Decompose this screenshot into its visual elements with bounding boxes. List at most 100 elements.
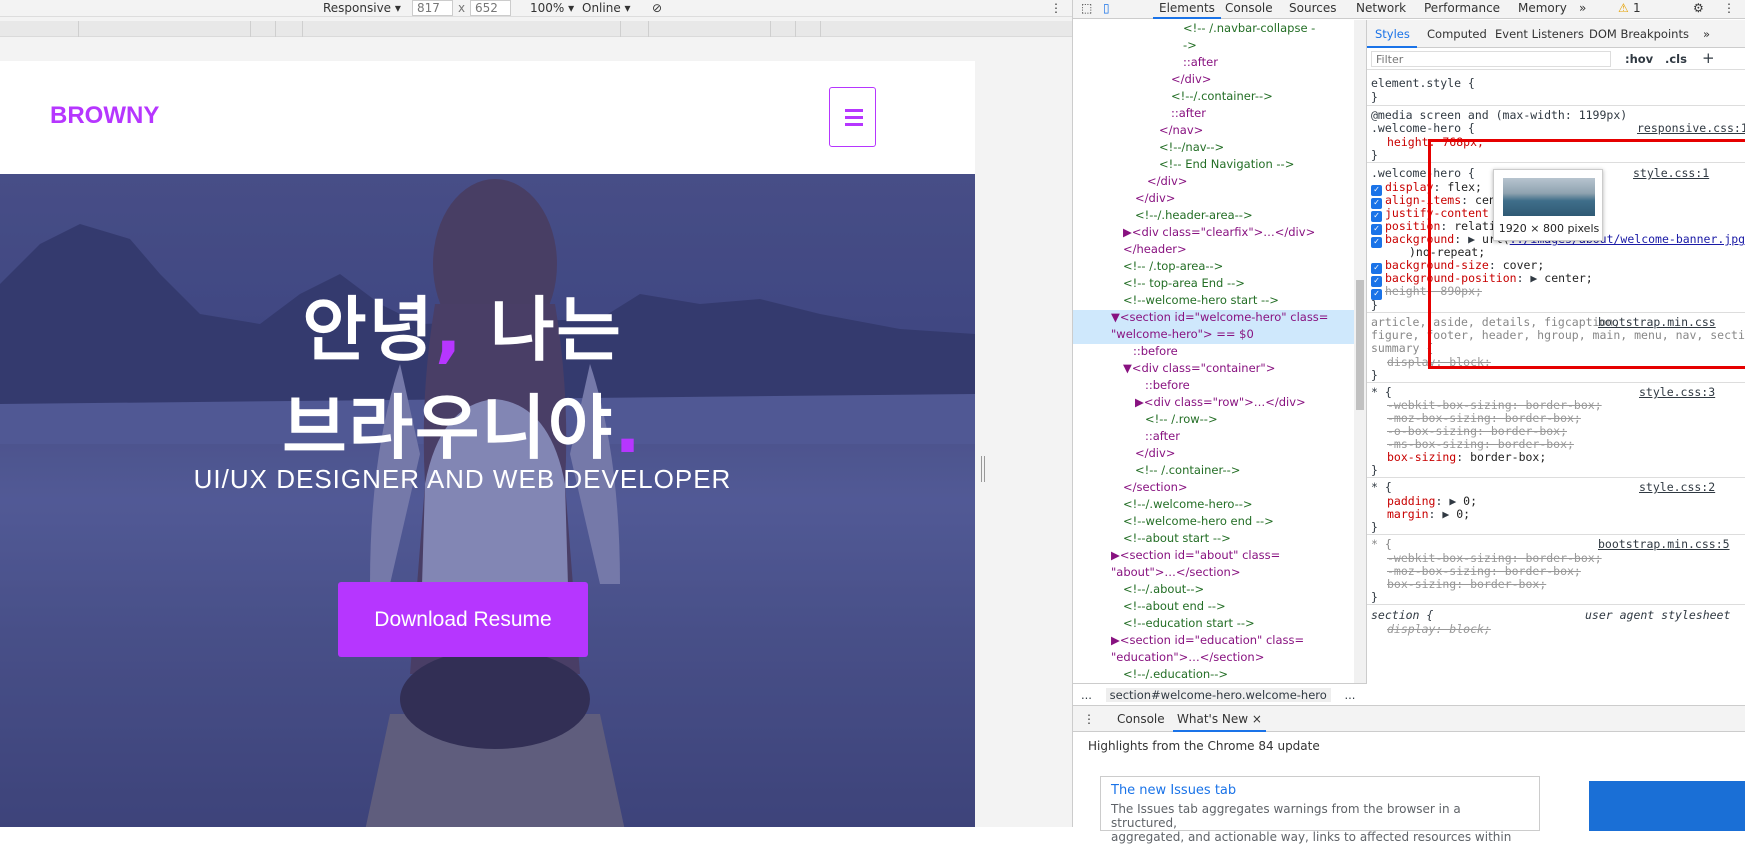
dom-tree-line[interactable]: ::before <box>1145 377 1190 394</box>
hamburger-menu-button[interactable] <box>829 87 876 147</box>
dom-tree-line[interactable]: </div> <box>1171 71 1211 88</box>
property-overridden[interactable]: -webkit-box-sizing: border-box; <box>1387 551 1602 565</box>
card-body-line1: The Issues tab aggregates warnings from … <box>1111 802 1461 830</box>
breadcrumb-more[interactable]: ... <box>1081 688 1092 702</box>
drawer-tabbar: ⋮ Console What's New × <box>1073 706 1745 732</box>
dom-tree-line[interactable]: </div> <box>1147 173 1187 190</box>
rule-source-link[interactable]: bootstrap.min.css:5 <box>1598 537 1730 551</box>
dom-tree-line[interactable]: "welcome-hero"> == $0 <box>1111 326 1254 343</box>
dom-tree-line[interactable]: ::after <box>1183 54 1218 71</box>
drawer-tab-whats-new[interactable]: What's New × <box>1173 706 1266 732</box>
dom-tree-line[interactable]: <!--/.container--> <box>1171 88 1273 105</box>
dom-tree-line[interactable]: "education">…</section> <box>1111 649 1264 666</box>
dom-tree-line[interactable]: ▶<div class="row">…</div> <box>1135 394 1306 411</box>
device-select[interactable]: Responsive ▾ <box>323 0 401 16</box>
settings-gear-icon[interactable]: ⚙ <box>1693 0 1704 19</box>
dom-tree-line[interactable]: ::before <box>1133 343 1178 360</box>
tab-performance[interactable]: Performance <box>1424 0 1500 19</box>
property-row[interactable]: box-sizing: border-box; <box>1387 450 1546 464</box>
dom-tree-line[interactable]: <!--/.welcome-hero--> <box>1123 496 1253 513</box>
property-row[interactable]: padding: ▶ 0; <box>1387 494 1477 508</box>
inspect-icon[interactable]: ⬚ <box>1081 0 1092 19</box>
devtools-tabbar: ⬚ ▯ Elements Console Sources Network Per… <box>1073 0 1745 19</box>
network-select[interactable]: Online ▾ <box>582 0 631 16</box>
tab-memory[interactable]: Memory <box>1518 0 1567 19</box>
dom-tree-line[interactable]: </section> <box>1123 479 1188 496</box>
dom-tree-line[interactable]: <!--about start --> <box>1123 530 1231 547</box>
dom-tree-line[interactable]: "about">…</section> <box>1111 564 1240 581</box>
checkbox[interactable]: ✓ <box>1371 237 1382 248</box>
drawer-menu-icon[interactable]: ⋮ <box>1083 706 1095 732</box>
dom-tree-line[interactable]: </div> <box>1135 190 1175 207</box>
device-toggle-icon[interactable]: ▯ <box>1103 0 1110 19</box>
rule-close: } <box>1371 148 1378 162</box>
resize-handle[interactable] <box>981 456 985 482</box>
dom-tree-line[interactable]: <!--welcome-hero start --> <box>1123 292 1279 309</box>
rule-source-link[interactable]: style.css:3 <box>1639 385 1715 399</box>
dom-tree-line[interactable]: <!--/nav--> <box>1159 139 1224 156</box>
property-overridden[interactable]: -o-box-sizing: border-box; <box>1387 424 1567 438</box>
property-overridden[interactable]: display: block; <box>1387 622 1491 636</box>
property-overridden[interactable]: -ms-box-sizing: border-box; <box>1387 437 1574 451</box>
dom-tree-line[interactable]: ::after <box>1171 105 1206 122</box>
dom-tree-line[interactable]: </nav> <box>1159 122 1203 139</box>
media-query-ruler[interactable] <box>0 21 1072 37</box>
property-overridden[interactable]: -moz-box-sizing: border-box; <box>1387 411 1581 425</box>
rule-close: } <box>1371 520 1378 534</box>
dom-tree-line[interactable]: ▶<section id="education" class= <box>1111 632 1304 649</box>
dom-tree-line[interactable]: <!--about end --> <box>1123 598 1226 615</box>
hero-subtitle: UI/UX DESIGNER AND WEB DEVELOPER <box>193 464 732 494</box>
dom-tree-line[interactable]: ▼<div class="container"> <box>1123 360 1275 377</box>
dom-tree-line[interactable]: ▼<section id="welcome-hero" class= <box>1111 309 1328 326</box>
more-tabs-icon[interactable]: » <box>1579 0 1586 19</box>
dom-tree-line[interactable]: -> <box>1183 37 1197 54</box>
download-resume-button[interactable]: Download Resume <box>338 582 588 657</box>
rule-source-link[interactable]: style.css:2 <box>1639 480 1715 494</box>
warning-icon[interactable]: ⚠ <box>1618 0 1629 19</box>
whats-new-card[interactable]: The new Issues tab The Issues tab aggreg… <box>1100 776 1540 844</box>
dom-tree-line[interactable]: <!-- top-area End --> <box>1123 275 1245 292</box>
dom-tree-line[interactable]: <!-- /.top-area--> <box>1123 258 1223 275</box>
tab-network[interactable]: Network <box>1356 0 1406 19</box>
dom-tree-line[interactable]: <!-- /.container--> <box>1135 462 1240 479</box>
width-input[interactable]: 817 <box>412 0 453 16</box>
dom-tree-line[interactable]: ▶<section id="about" class= <box>1111 547 1280 564</box>
rule-source-link[interactable]: responsive.css:1 <box>1637 121 1745 135</box>
property-overridden[interactable]: box-sizing: border-box; <box>1387 577 1546 591</box>
devtools-menu-icon[interactable]: ⋮ <box>1723 0 1735 19</box>
dom-tree-line[interactable]: ▶<div class="clearfix">…</div> <box>1123 224 1315 241</box>
rule-selector: element.style { <box>1371 76 1475 90</box>
rule-selector: * { <box>1371 480 1392 494</box>
feature-illustration <box>1589 781 1745 831</box>
dom-tree-line[interactable]: <!-- End Navigation --> <box>1159 156 1294 173</box>
property-overridden[interactable]: -moz-box-sizing: border-box; <box>1387 564 1581 578</box>
tab-console[interactable]: Console <box>1225 0 1273 19</box>
dom-tree-line[interactable]: ::after <box>1145 428 1180 445</box>
brand-logo[interactable]: BROWNY <box>50 102 159 130</box>
dom-tree-line[interactable]: <!--/.education--> <box>1123 666 1228 683</box>
card-title[interactable]: The new Issues tab <box>1111 783 1529 798</box>
dom-tree-line[interactable]: </div> <box>1135 445 1175 462</box>
zoom-select[interactable]: 100% ▾ <box>530 0 574 16</box>
dom-tree-line[interactable]: <!--/.header-area--> <box>1135 207 1253 224</box>
tab-elements[interactable]: Elements <box>1153 0 1221 19</box>
breadcrumb-item[interactable]: section#welcome-hero.welcome-hero <box>1105 688 1331 702</box>
tab-sources[interactable]: Sources <box>1289 0 1336 19</box>
more-options-icon[interactable]: ⋮ <box>1050 0 1062 16</box>
rule-close: } <box>1371 90 1378 104</box>
drawer-tab-console[interactable]: Console <box>1117 706 1165 732</box>
dom-tree-line[interactable]: <!-- /.row--> <box>1145 411 1218 428</box>
dom-tree-line[interactable]: <!--welcome-hero end --> <box>1123 513 1274 530</box>
height-input[interactable]: 652 <box>470 0 511 16</box>
dom-tree-line[interactable]: <!--/.about--> <box>1123 581 1204 598</box>
rotate-icon[interactable]: ⊘ <box>652 0 662 16</box>
dom-tree-line[interactable]: </header> <box>1123 241 1187 258</box>
property-overridden[interactable]: -webkit-box-sizing: border-box; <box>1387 398 1602 412</box>
elements-scrollbar[interactable] <box>1354 20 1366 683</box>
dom-tree-line[interactable]: <!-- /.navbar-collapse - <box>1183 20 1315 37</box>
dom-tree-line[interactable]: <!--education start --> <box>1123 615 1255 632</box>
property-row[interactable]: margin: ▶ 0; <box>1387 507 1470 521</box>
breadcrumb-more-right[interactable]: ... <box>1344 688 1355 702</box>
device-toolbar: Responsive ▾ 817 x 652 100% ▾ Online ▾ ⊘… <box>0 0 1072 17</box>
close-icon[interactable]: × <box>1252 712 1262 726</box>
